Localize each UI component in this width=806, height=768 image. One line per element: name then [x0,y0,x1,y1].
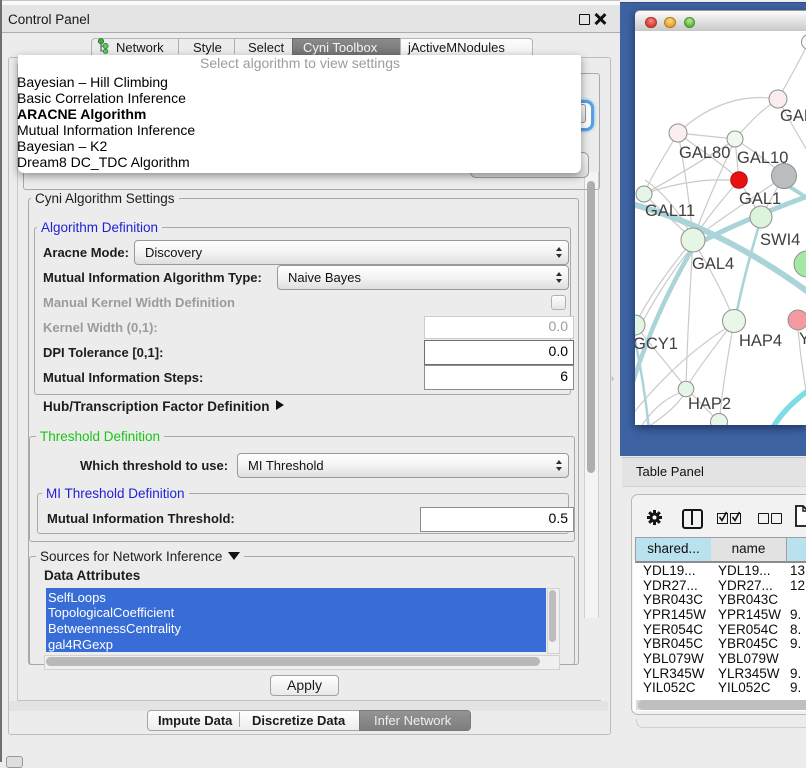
svg-text:HAP4: HAP4 [739,332,782,350]
svg-text:GAL11: GAL11 [645,202,695,220]
svg-text:GAL: GAL [780,107,806,125]
svg-text:GAL4: GAL4 [692,255,734,273]
svg-text:Y: Y [799,330,806,348]
svg-text:HAP2: HAP2 [688,395,731,413]
svg-text:GAL1: GAL1 [739,190,781,208]
svg-text:SWI4: SWI4 [760,231,800,249]
svg-text:GCY1: GCY1 [635,335,678,353]
svg-text:GAL10: GAL10 [737,149,788,167]
svg-text:GAL80: GAL80 [679,144,730,162]
